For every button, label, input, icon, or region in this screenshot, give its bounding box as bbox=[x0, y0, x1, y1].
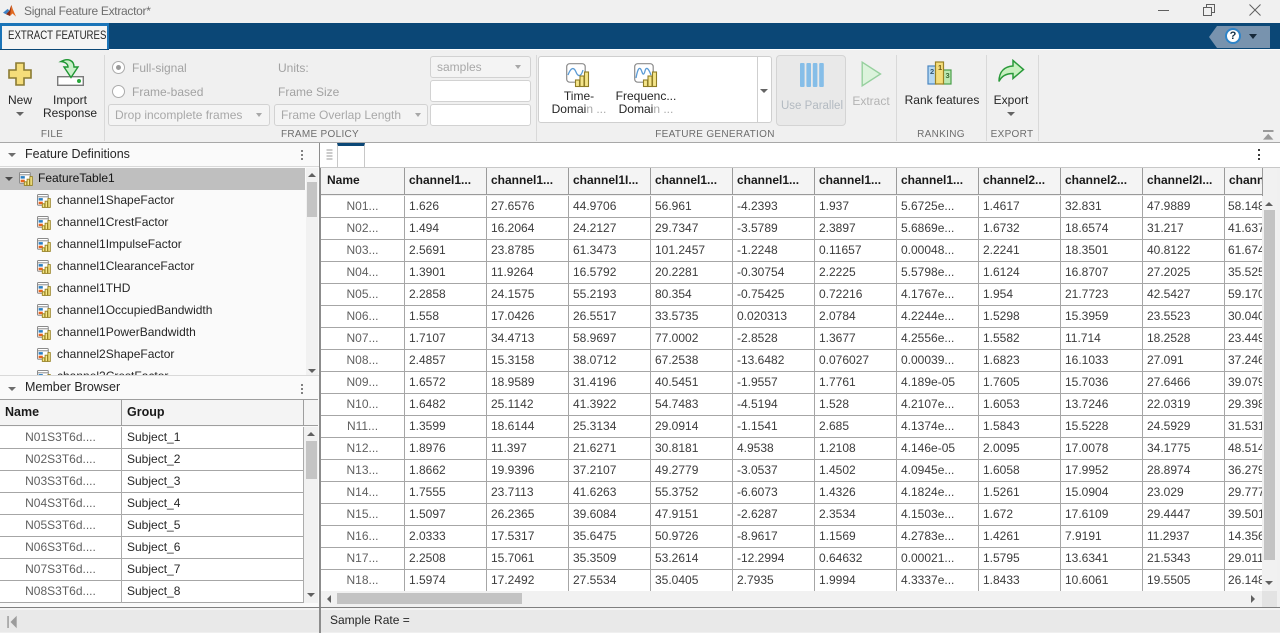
svg-text:2: 2 bbox=[930, 67, 934, 76]
svg-text:3: 3 bbox=[946, 71, 950, 80]
svg-text:1: 1 bbox=[938, 63, 942, 72]
